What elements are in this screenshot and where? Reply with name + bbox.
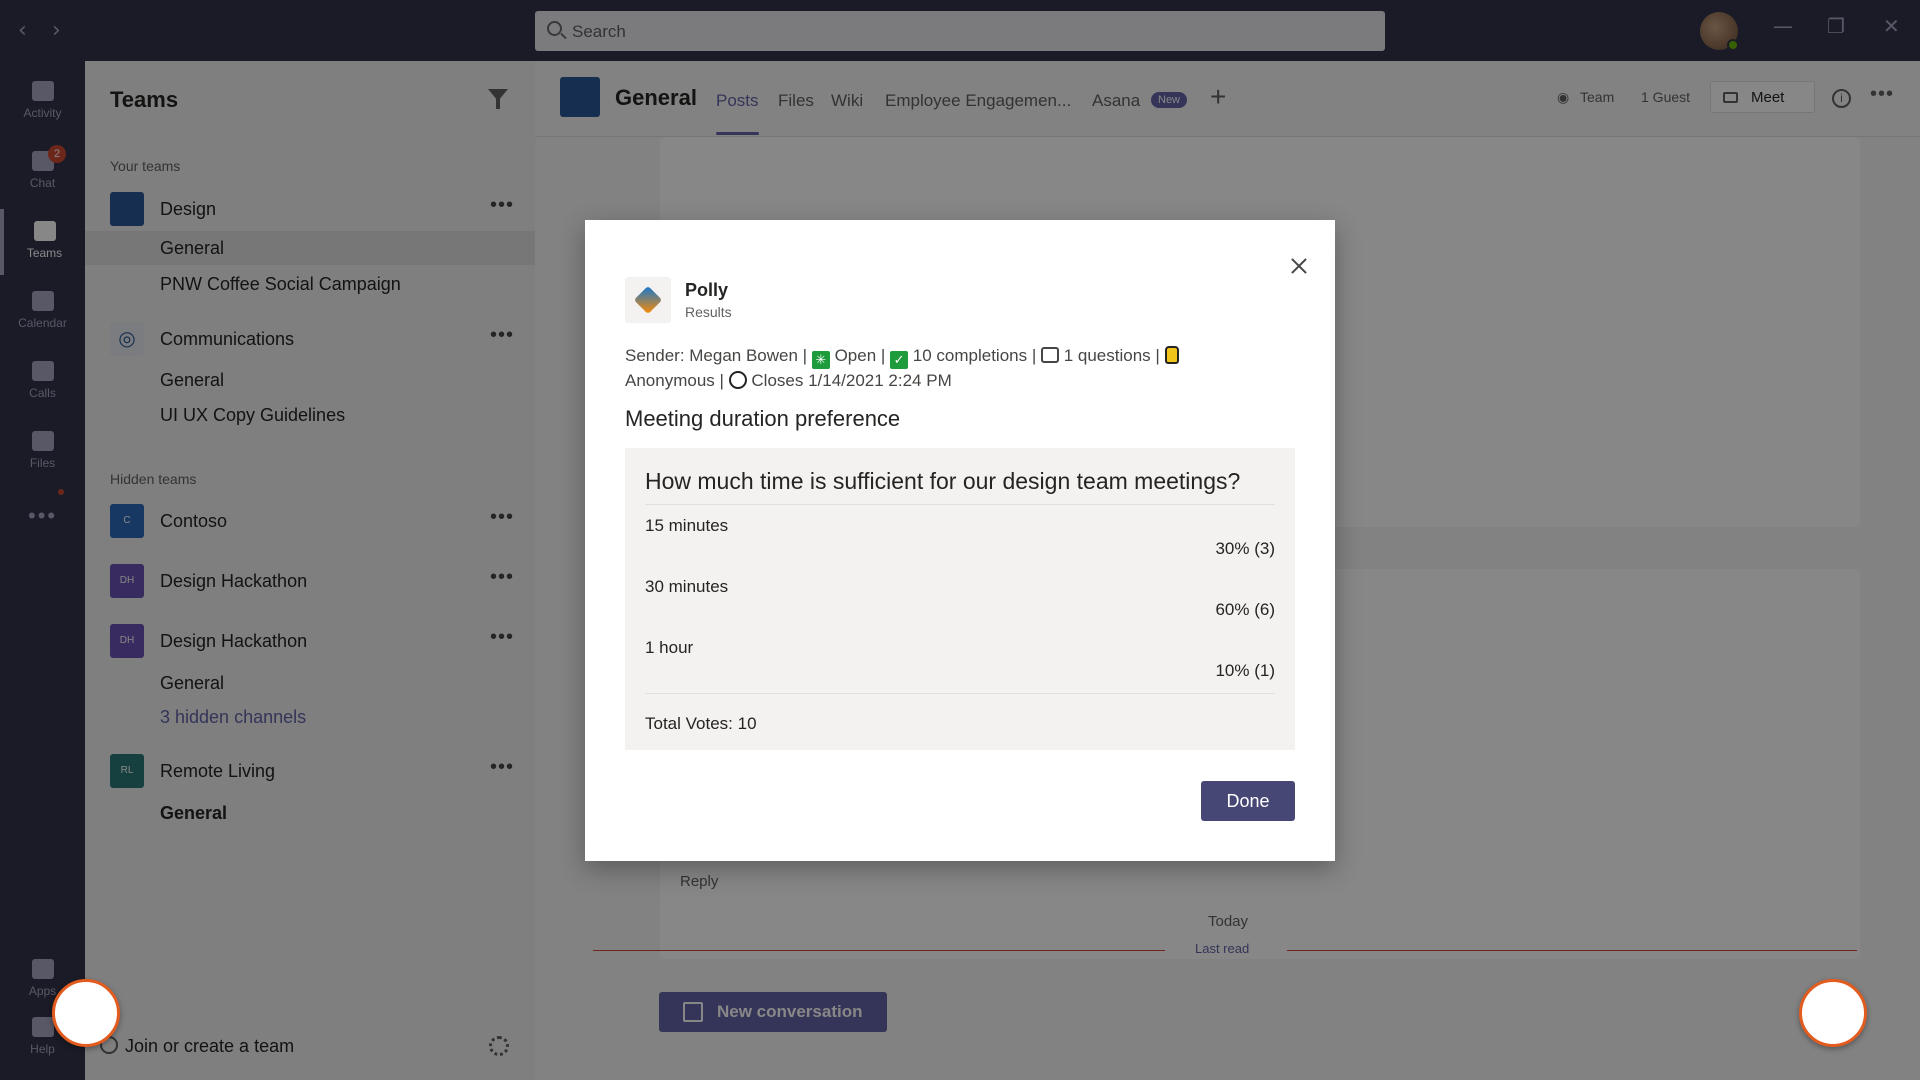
questions-text: 1 questions | [1063, 346, 1160, 365]
comment-icon [1040, 347, 1059, 363]
polly-logo-icon [625, 277, 671, 323]
divider [645, 693, 1275, 694]
option-result: 30% (3) [1215, 539, 1275, 558]
floating-action-button-right[interactable] [1799, 979, 1867, 1047]
sender-text: Sender: Megan Bowen | [625, 346, 808, 365]
bot-name: Polly [685, 280, 729, 300]
total-votes: Total Votes: 10 [645, 714, 757, 733]
done-button[interactable]: Done [1201, 781, 1295, 821]
floating-action-button-left[interactable] [52, 979, 120, 1047]
divider [645, 504, 1275, 505]
poll-results-box: How much time is sufficient for our desi… [625, 448, 1295, 750]
poll-results-dialog: Polly Results Sender: Megan Bowen | ✳ Op… [585, 220, 1335, 861]
anonymous-text: Anonymous | [625, 371, 724, 390]
poll-question: How much time is sufficient for our desi… [645, 468, 1241, 494]
status-text: Open | [834, 346, 886, 365]
option-label: 30 minutes [645, 577, 729, 596]
option-result: 60% (6) [1215, 600, 1275, 619]
closes-text: Closes 1/14/2021 2:24 PM [751, 371, 952, 390]
bot-subtitle: Results [685, 304, 732, 320]
check-icon: ✓ [890, 351, 909, 369]
option-result: 10% (1) [1215, 661, 1275, 680]
completions-text: 10 completions | [912, 346, 1037, 365]
option-label: 15 minutes [645, 516, 729, 535]
lock-icon [1164, 346, 1179, 364]
poll-meta: Sender: Megan Bowen | ✳ Open | ✓ 10 comp… [625, 344, 1265, 393]
clock-icon [728, 371, 747, 389]
close-icon[interactable] [1287, 254, 1311, 278]
option-label: 1 hour [645, 638, 694, 657]
open-status-icon: ✳ [811, 351, 830, 369]
poll-title: Meeting duration preference [625, 406, 901, 431]
